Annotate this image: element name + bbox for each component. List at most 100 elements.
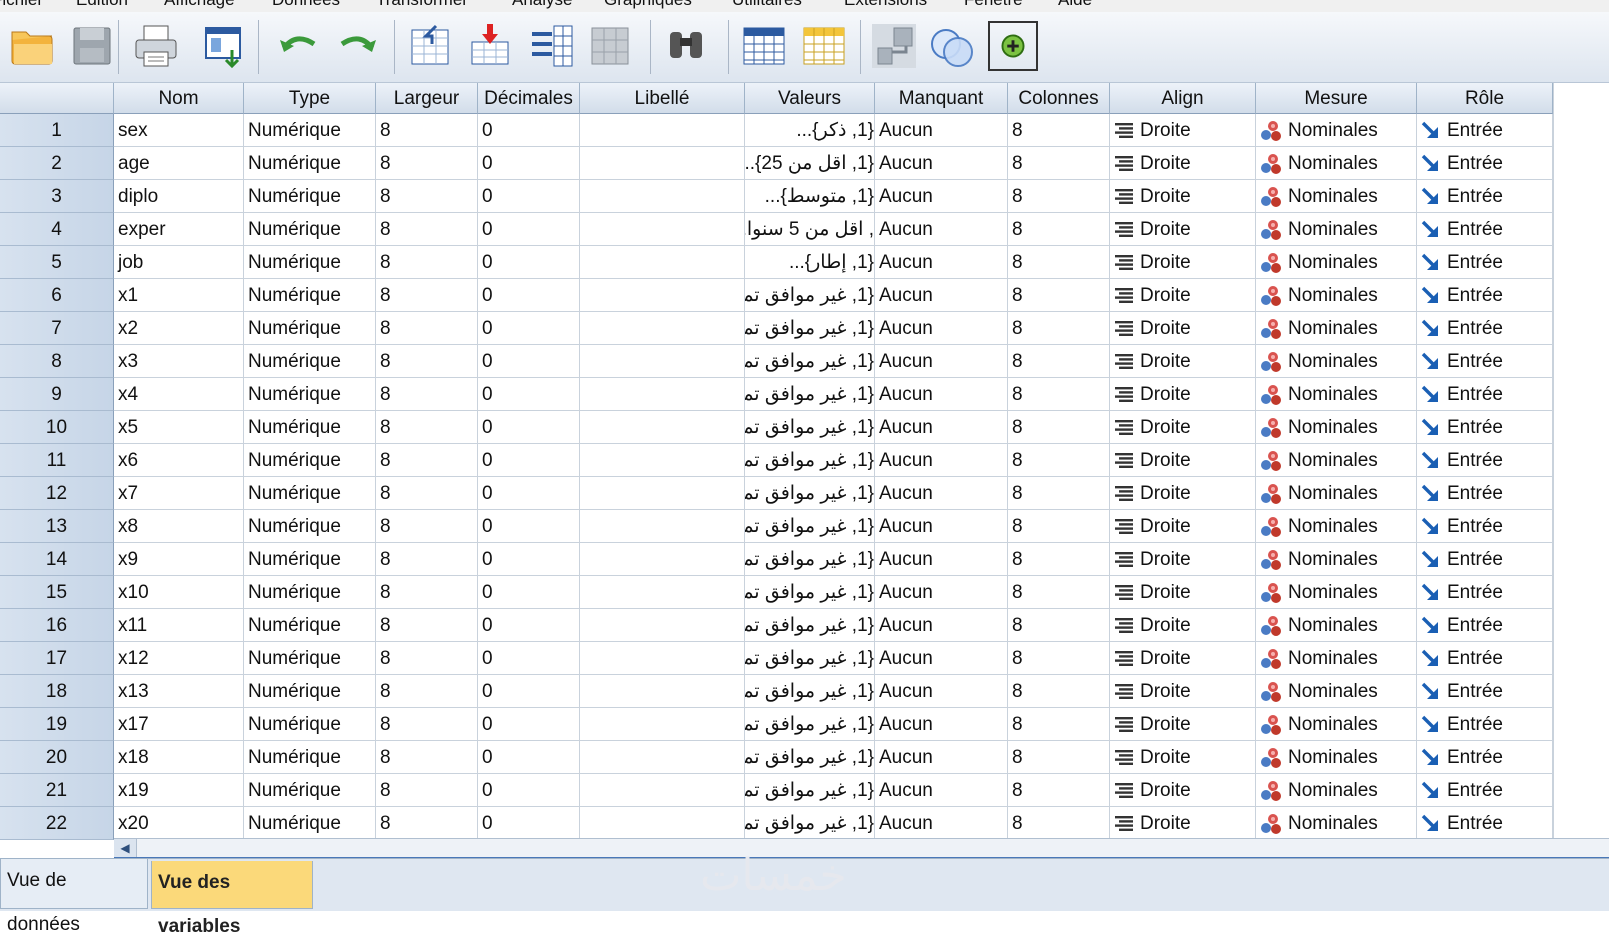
cell-dec[interactable]: 0: [478, 807, 580, 840]
cell-manq[interactable]: Aucun: [875, 708, 1008, 741]
cell-val[interactable]: {1, غير موافق تما...: [745, 312, 875, 345]
cell-val[interactable]: {1, ذكر}...: [745, 114, 875, 147]
use-sets-icon[interactable]: [988, 21, 1038, 71]
insert-variable-icon[interactable]: [798, 20, 850, 72]
cell-mesure[interactable]: Nominales: [1256, 312, 1417, 345]
cell-align[interactable]: Droite: [1110, 477, 1256, 510]
cell-mesure[interactable]: Nominales: [1256, 213, 1417, 246]
cell-val[interactable]: , اقل من 5 سنوا...: [745, 213, 875, 246]
cell-lib[interactable]: [580, 807, 745, 840]
cell-nom[interactable]: x13: [114, 675, 244, 708]
cell-dec[interactable]: 0: [478, 543, 580, 576]
cell-type[interactable]: Numérique: [244, 642, 376, 675]
cell-lib[interactable]: [580, 312, 745, 345]
cell-align[interactable]: Droite: [1110, 510, 1256, 543]
cell-nom[interactable]: x9: [114, 543, 244, 576]
cell-largeur[interactable]: 8: [376, 147, 478, 180]
cell-align[interactable]: Droite: [1110, 246, 1256, 279]
cell-val[interactable]: {1, متوسط}...: [745, 180, 875, 213]
save-icon[interactable]: [66, 20, 118, 72]
cell-val[interactable]: {1, غير موافق تما...: [745, 345, 875, 378]
cell-role[interactable]: Entrée: [1417, 642, 1553, 675]
cell-manq[interactable]: Aucun: [875, 312, 1008, 345]
cell-col[interactable]: 8: [1008, 114, 1110, 147]
cell-nom[interactable]: x1: [114, 279, 244, 312]
cell-val[interactable]: {1, اقل من 25}...: [745, 147, 875, 180]
cell-val[interactable]: {1, غير موافق تما...: [745, 543, 875, 576]
cell-dec[interactable]: 0: [478, 246, 580, 279]
row-number[interactable]: 9: [0, 378, 114, 411]
cell-lib[interactable]: [580, 444, 745, 477]
row-number[interactable]: 21: [0, 774, 114, 807]
cell-dec[interactable]: 0: [478, 708, 580, 741]
row-number[interactable]: 4: [0, 213, 114, 246]
cell-manq[interactable]: Aucun: [875, 543, 1008, 576]
cell-largeur[interactable]: 8: [376, 444, 478, 477]
row-number[interactable]: 3: [0, 180, 114, 213]
row-number[interactable]: 10: [0, 411, 114, 444]
cell-type[interactable]: Numérique: [244, 312, 376, 345]
cell-dec[interactable]: 0: [478, 312, 580, 345]
column-header-align[interactable]: Align: [1110, 83, 1256, 114]
cell-manq[interactable]: Aucun: [875, 675, 1008, 708]
cell-col[interactable]: 8: [1008, 543, 1110, 576]
tab-data-view[interactable]: Vue de données: [0, 859, 148, 935]
cell-largeur[interactable]: 8: [376, 807, 478, 840]
cell-dec[interactable]: 0: [478, 444, 580, 477]
row-number[interactable]: 8: [0, 345, 114, 378]
cell-nom[interactable]: x20: [114, 807, 244, 840]
cell-largeur[interactable]: 8: [376, 312, 478, 345]
cell-role[interactable]: Entrée: [1417, 246, 1553, 279]
cell-lib[interactable]: [580, 774, 745, 807]
cell-role[interactable]: Entrée: [1417, 411, 1553, 444]
cell-largeur[interactable]: 8: [376, 774, 478, 807]
insert-cases-icon[interactable]: [738, 20, 790, 72]
cell-lib[interactable]: [580, 477, 745, 510]
cell-nom[interactable]: diplo: [114, 180, 244, 213]
cell-lib[interactable]: [580, 213, 745, 246]
dialog-recall-icon[interactable]: [200, 20, 252, 72]
cell-align[interactable]: Droite: [1110, 708, 1256, 741]
cell-val[interactable]: {1, غير موافق تما...: [745, 378, 875, 411]
row-number[interactable]: 18: [0, 675, 114, 708]
cell-dec[interactable]: 0: [478, 477, 580, 510]
column-header-role[interactable]: Rôle: [1417, 83, 1553, 114]
cell-col[interactable]: 8: [1008, 378, 1110, 411]
menu-item-6[interactable]: Graphiques: [604, 0, 692, 10]
column-header-mesure[interactable]: Mesure: [1256, 83, 1417, 114]
cell-col[interactable]: 8: [1008, 774, 1110, 807]
cell-dec[interactable]: 0: [478, 114, 580, 147]
cell-type[interactable]: Numérique: [244, 675, 376, 708]
cell-nom[interactable]: x6: [114, 444, 244, 477]
cell-dec[interactable]: 0: [478, 510, 580, 543]
cell-nom[interactable]: x4: [114, 378, 244, 411]
row-number[interactable]: 16: [0, 609, 114, 642]
tab-variable-view[interactable]: Vue des variables: [151, 861, 313, 937]
cell-role[interactable]: Entrée: [1417, 114, 1553, 147]
cell-val[interactable]: {1, غير موافق تما...: [745, 411, 875, 444]
cell-align[interactable]: Droite: [1110, 114, 1256, 147]
cell-largeur[interactable]: 8: [376, 246, 478, 279]
cell-manq[interactable]: Aucun: [875, 609, 1008, 642]
cell-lib[interactable]: [580, 378, 745, 411]
cell-dec[interactable]: 0: [478, 411, 580, 444]
row-number[interactable]: 7: [0, 312, 114, 345]
cell-manq[interactable]: Aucun: [875, 180, 1008, 213]
cell-lib[interactable]: [580, 345, 745, 378]
cell-manq[interactable]: Aucun: [875, 576, 1008, 609]
menu-item-0[interactable]: Fichier: [0, 0, 43, 10]
cell-type[interactable]: Numérique: [244, 246, 376, 279]
cell-nom[interactable]: age: [114, 147, 244, 180]
row-number[interactable]: 17: [0, 642, 114, 675]
cell-manq[interactable]: Aucun: [875, 114, 1008, 147]
cell-largeur[interactable]: 8: [376, 675, 478, 708]
cell-align[interactable]: Droite: [1110, 279, 1256, 312]
cell-col[interactable]: 8: [1008, 345, 1110, 378]
column-header-type[interactable]: Type: [244, 83, 376, 114]
cell-nom[interactable]: x11: [114, 609, 244, 642]
cell-dec[interactable]: 0: [478, 642, 580, 675]
cell-role[interactable]: Entrée: [1417, 312, 1553, 345]
row-number[interactable]: 11: [0, 444, 114, 477]
split-file-icon[interactable]: [868, 20, 920, 72]
column-header-largeur[interactable]: Largeur: [376, 83, 478, 114]
